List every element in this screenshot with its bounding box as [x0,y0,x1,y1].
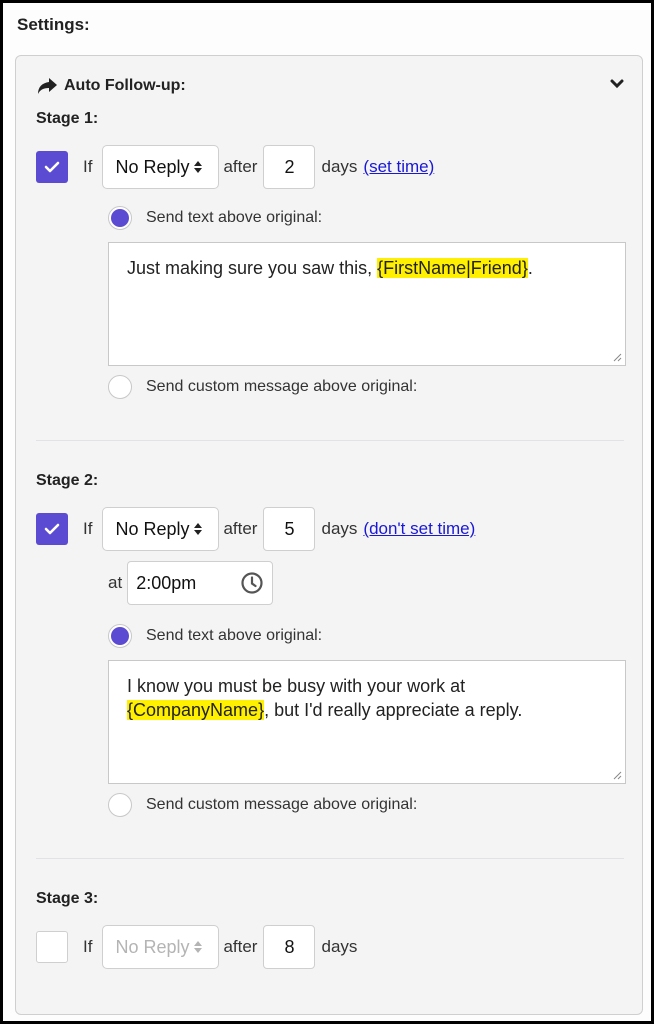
stage-1-set-time-link[interactable]: (set time) [363,157,434,177]
share-arrow-icon [38,78,57,94]
stage-2-time-input[interactable]: 2:00pm [127,561,274,605]
stage-1-radio-custom[interactable] [108,375,132,399]
time-value: 2:00pm [136,572,197,593]
checkmark-icon [44,161,60,173]
stage-title: Stage 3: [36,890,99,907]
condition-value: No Reply [115,936,190,957]
merge-field-highlight: {CompanyName} [127,700,265,720]
radio-label: Send text above original: [146,209,323,226]
if-label: If [83,157,93,176]
if-label: If [83,937,93,956]
message-text: I know you must be busy with your work a… [127,676,466,696]
stage-1-days-input[interactable]: 2 [263,145,316,189]
stage-2-condition-row: If No Reply after 5 days (don't set time… [36,507,475,551]
stage-3: Stage 3: If No Reply after 8 days [36,890,626,969]
condition-value: No Reply [115,518,190,539]
condition-value: No Reply [115,156,190,177]
merge-field-highlight: {FirstName|Friend} [377,258,528,278]
settings-frame: Settings: Auto Follow-up: Stage 1: If No… [3,3,651,1021]
days-label: days [321,519,358,538]
stage-2-enable-checkbox[interactable] [36,513,68,545]
stage-1-condition-row: If No Reply after 2 days (set time) [36,145,434,189]
stage-1-enable-checkbox[interactable] [36,151,68,183]
stage-3-condition-row: If No Reply after 8 days [36,925,357,969]
resize-handle-icon[interactable] [612,770,622,780]
stage-1-condition-select[interactable]: No Reply [102,145,220,189]
if-label: If [83,519,93,538]
stage-2-radio-custom[interactable] [108,793,132,817]
radio-label: Send custom message above original: [146,378,418,395]
stage-3-condition-select[interactable]: No Reply [102,925,220,969]
stage-2-condition-select[interactable]: No Reply [102,507,220,551]
stage-1-radio-text[interactable] [108,206,132,230]
stage-1: Stage 1: If No Reply after 2 days (set t… [36,110,626,399]
settings-title: Settings: [17,15,90,34]
days-label: days [321,157,358,176]
stage-2-time-row: at 2:00pm [108,561,274,605]
radio-label: Send custom message above original: [146,796,418,813]
auto-follow-up-panel: Auto Follow-up: Stage 1: If No Reply aft… [15,55,643,1015]
after-label: after [223,937,258,956]
days-label: days [321,937,358,956]
resize-handle-icon[interactable] [612,352,622,362]
message-text: . [527,258,533,278]
stage-2-option-text[interactable]: Send text above original: [108,624,322,648]
stage-2-dont-set-time-link[interactable]: (don't set time) [363,519,475,539]
stage-1-option-text[interactable]: Send text above original: [108,206,322,230]
message-text: , but I'd really appreciate a reply. [264,700,523,720]
message-text: Just making sure you saw this, [127,258,378,278]
divider [36,858,624,859]
radio-label: Send text above original: [146,627,323,644]
stage-3-days-input[interactable]: 8 [263,925,316,969]
checkmark-icon [44,523,60,535]
stage-1-message-textarea[interactable]: Just making sure you saw this, {FirstNam… [108,242,626,366]
select-arrows-icon [194,523,203,535]
at-label: at [108,573,123,592]
after-label: after [223,519,258,538]
stage-title: Stage 2: [36,472,99,489]
chevron-down-icon[interactable] [610,78,624,90]
panel-title: Auto Follow-up: [64,77,186,94]
select-arrows-icon [194,161,203,173]
stage-3-enable-checkbox[interactable] [36,931,68,963]
clock-icon[interactable] [240,571,264,595]
stage-2-radio-text[interactable] [108,624,132,648]
divider [36,440,624,441]
stage-title: Stage 1: [36,110,99,127]
stage-1-option-custom[interactable]: Send custom message above original: [108,375,417,399]
stage-2-message-textarea[interactable]: I know you must be busy with your work a… [108,660,626,784]
stage-2: Stage 2: If No Reply after 5 days (don't… [36,472,626,817]
select-arrows-icon [194,941,203,953]
stage-2-days-input[interactable]: 5 [263,507,316,551]
panel-header[interactable]: Auto Follow-up: [36,74,186,98]
stage-2-option-custom[interactable]: Send custom message above original: [108,793,417,817]
after-label: after [223,157,258,176]
